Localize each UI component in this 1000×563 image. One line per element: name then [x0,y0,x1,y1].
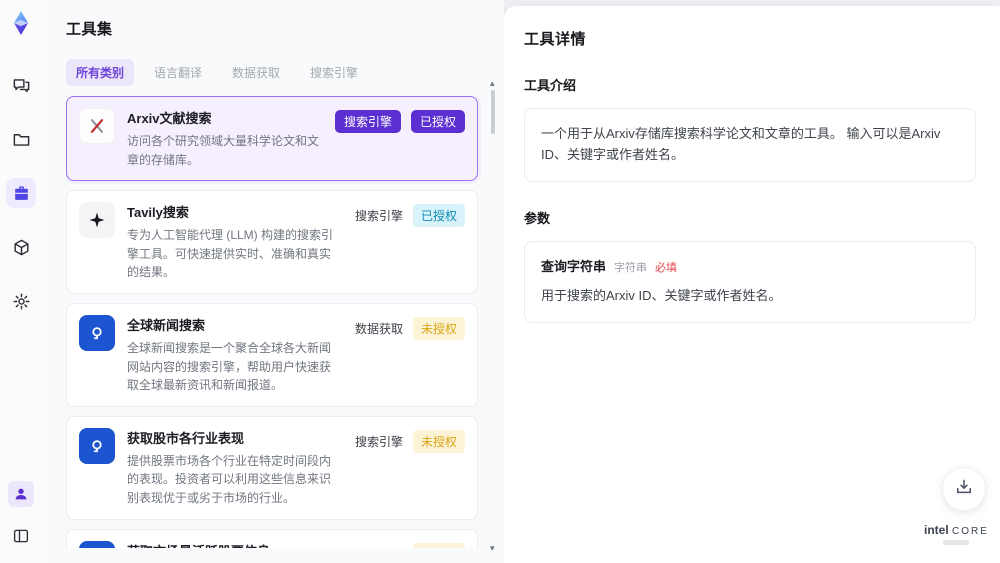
tool-description: 提供股票市场各个行业在特定时间段内的表现。投资者可以利用这些信息来识别表现优于或… [127,453,332,505]
param-name: 查询字符串 [541,258,607,274]
user-avatar[interactable] [8,481,34,507]
params-section-title: 参数 [524,210,551,226]
tool-description: 全球新闻搜索是一个聚合全球各大新闻网站内容的搜索引擎，帮助用户快速获取全球最新资… [127,340,332,393]
list-scrollbar[interactable]: ▴ ▾ [490,78,496,553]
sidebar-item-settings[interactable] [6,286,36,316]
tool-category-label: 搜索引擎 [355,543,403,549]
tool-auth-badge: 未授权 [412,429,465,453]
core-wordmark: CORE [952,525,989,537]
tool-auth-badge: 已授权 [412,204,465,228]
toolbox-icon [12,184,31,203]
tool-name: 获取市场最活跃股票信息 [127,541,343,548]
scrollbar-thumb[interactable] [491,90,495,134]
sidebar-item-chat[interactable] [6,70,36,100]
app-logo-icon [8,10,34,36]
intel-core-logo: intel CORE [924,522,989,545]
sidebar-item-tools[interactable] [6,178,36,208]
tool-auth-badge: 未授权 [412,542,465,548]
scroll-down-arrow[interactable]: ▾ [490,543,495,554]
tool-description: 访问各个研究领域大量科学论文和文章的存储库。 [127,134,320,167]
tool-category-badge: 搜索引擎 [334,110,401,133]
category-tabs: 所有类别 语言翻译 数据获取 搜索引擎 [66,59,504,86]
intro-section-title: 工具介绍 [524,78,577,93]
tool-category-label: 搜索引擎 [354,434,403,449]
intel-sub-badge [943,540,969,545]
tavily-star-icon [79,202,115,239]
param-type: 字符串 [614,261,648,274]
sidebar-item-files[interactable] [6,124,36,154]
blue-search-logo-icon [79,427,115,464]
left-icon-rail [0,0,42,563]
collapse-panel-button[interactable] [6,521,36,551]
arxiv-logo-icon [79,108,115,144]
tab-language-translation[interactable]: 语言翻译 [144,59,212,86]
tool-card-most-active-stocks[interactable]: 获取市场最活跃股票信息 提供当天交易量最高的股票列表，投资者可以利用这些信息来识… [66,528,478,549]
download-button[interactable] [942,467,986,511]
tool-auth-badge: 未授权 [412,316,465,340]
tool-name: 全球新闻搜索 [127,317,206,333]
tool-auth-badge: 已授权 [410,110,465,133]
tool-name: 获取股市各行业表现 [127,430,245,446]
tab-search-engine[interactable]: 搜索引擎 [300,59,368,86]
details-title: 工具详情 [524,31,587,48]
tool-name: Arxiv文献搜索 [127,111,212,126]
tool-card-global-news[interactable]: 全球新闻搜索 全球新闻搜索是一个聚合全球各大新闻网站内容的搜索引擎，帮助用户快速… [66,302,478,407]
folder-icon [12,130,31,149]
sidebar-item-packages[interactable] [6,232,36,262]
app-window: 工具集 所有类别 语言翻译 数据获取 搜索引擎 Arxiv文献搜索 访问各个研究… [0,0,1000,563]
intro-box: 一个用于从Arxiv存储库搜索科学论文和文章的工具。 输入可以是Arxiv ID… [524,108,976,182]
blue-search-logo-icon [79,540,115,548]
cube-icon [12,238,31,257]
tool-list: Arxiv文献搜索 访问各个研究领域大量科学论文和文章的存储库。 搜索引擎 已授… [66,96,504,548]
scroll-up-arrow[interactable]: ▴ [490,78,495,89]
panel-layout-icon [12,527,30,545]
tab-data-fetching[interactable]: 数据获取 [222,59,290,86]
page-title: 工具集 [66,21,113,38]
download-icon [954,477,974,502]
tools-panel: 工具集 所有类别 语言翻译 数据获取 搜索引擎 Arxiv文献搜索 访问各个研究… [42,0,504,563]
param-box: 查询字符串 字符串 必填 用于搜索的Arxiv ID、关键字或作者姓名。 [524,240,976,324]
intro-text: 一个用于从Arxiv存储库搜索科学论文和文章的工具。 输入可以是Arxiv ID… [541,126,941,162]
tool-category-label: 搜索引擎 [354,209,403,224]
tool-details-panel: 工具详情 工具介绍 一个用于从Arxiv存储库搜索科学论文和文章的工具。 输入可… [504,6,1000,563]
param-description: 用于搜索的Arxiv ID、关键字或作者姓名。 [541,288,782,304]
param-required-flag: 必填 [655,261,678,274]
tab-all-categories[interactable]: 所有类别 [66,59,135,86]
tool-card-sector-performance[interactable]: 获取股市各行业表现 提供股票市场各个行业在特定时间段内的表现。投资者可以利用这些… [66,415,478,520]
tool-name: Tavily搜索 [127,205,189,221]
blue-search-logo-icon [79,314,115,351]
gear-icon [12,292,31,311]
tool-description: 专为人工智能代理 (LLM) 构建的搜索引擎工具。可快速提供实时、准确和真实的结… [127,228,334,280]
tool-card-arxiv[interactable]: Arxiv文献搜索 访问各个研究领域大量科学论文和文章的存储库。 搜索引擎 已授… [66,96,478,182]
chat-icon [12,76,31,95]
intel-wordmark: intel [924,522,949,537]
tool-category-label: 数据获取 [354,321,403,336]
tool-card-tavily[interactable]: Tavily搜索 专为人工智能代理 (LLM) 构建的搜索引擎工具。可快速提供实… [66,190,478,294]
